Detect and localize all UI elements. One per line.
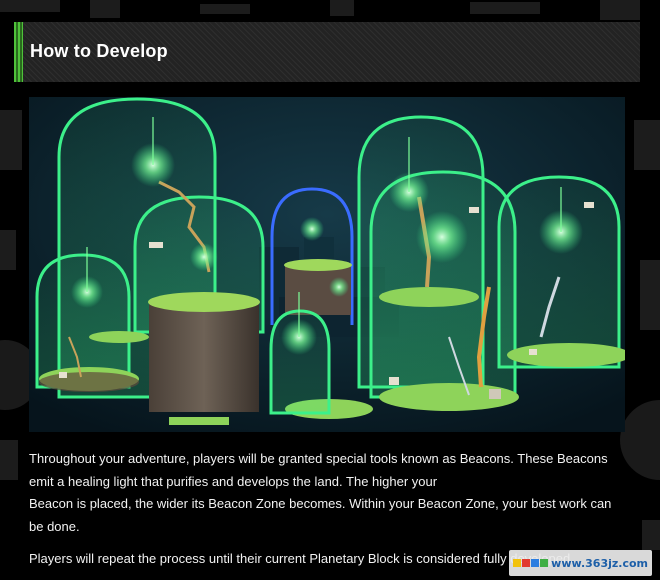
paragraph-line: be done.: [29, 518, 80, 534]
site-watermark: www.363jz.com: [509, 550, 652, 576]
game-screenshot: [29, 97, 625, 432]
paragraph-beacons: Throughout your adventure, players will …: [29, 448, 627, 538]
beacon-domes-illustration: [29, 97, 625, 432]
paragraph-line: emit a healing light that purifies and d…: [29, 473, 438, 489]
paragraph-line: Beacon is placed, the wider its Beacon Z…: [29, 496, 612, 511]
watermark-text: www.363jz.com: [551, 556, 648, 570]
section-header: How to Develop: [14, 22, 640, 82]
section-title: How to Develop: [30, 41, 168, 61]
header-accent-stripe: [14, 22, 23, 82]
paragraph-line: Throughout your adventure, players will …: [29, 451, 608, 466]
watermark-logo-icon: [512, 559, 548, 567]
